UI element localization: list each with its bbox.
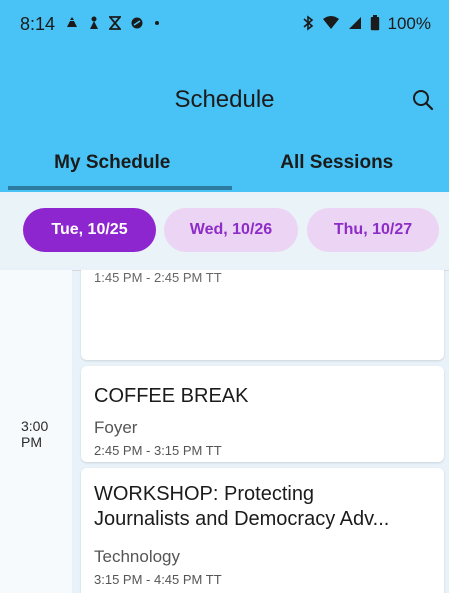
tab-bar: My Schedule All Sessions — [0, 140, 449, 192]
session-card-coffee-break[interactable]: COFFEE BREAK Foyer 2:45 PM - 3:15 PM TT — [81, 366, 444, 462]
search-button[interactable] — [407, 84, 439, 116]
session-card-workshop[interactable]: WORKSHOP: Protecting Journalists and Dem… — [81, 468, 444, 593]
session-title-line2: Journalists and Democracy Adv... — [94, 508, 390, 530]
session-title: COFFEE BREAK — [94, 385, 249, 407]
session-room: Technology — [94, 547, 181, 566]
session-list[interactable]: 3:00 PM 1:45 PM - 2:45 PM TT COFFEE BREA… — [0, 270, 449, 593]
battery-percentage: 100% — [387, 14, 431, 33]
day-chip-wed[interactable]: Wed, 10/26 — [164, 208, 298, 252]
notification-icon — [65, 16, 79, 32]
status-left: 8:14 — [20, 14, 161, 35]
app-bar: Schedule — [0, 72, 449, 128]
day-selector: Tue, 10/25 Wed, 10/26 Thu, 10/27 — [0, 196, 449, 266]
dot-icon — [153, 16, 161, 32]
time-label-hour: 3:00 — [21, 418, 49, 434]
tab-indicator — [8, 186, 232, 190]
status-notification-icons — [65, 16, 161, 32]
day-chip-thu[interactable]: Thu, 10/27 — [307, 208, 439, 252]
session-room: Foyer — [94, 418, 138, 437]
tab-my-schedule[interactable]: My Schedule — [0, 140, 225, 192]
hourglass-icon — [108, 16, 122, 32]
status-right: 100% — [302, 14, 431, 34]
session-time: 2:45 PM - 3:15 PM TT — [94, 443, 222, 458]
notification-icon — [88, 16, 100, 32]
session-card[interactable]: 1:45 PM - 2:45 PM TT — [81, 270, 444, 360]
time-column: 3:00 PM — [0, 270, 72, 593]
session-title-line1: WORKSHOP: Protecting — [94, 483, 315, 505]
battery-icon — [370, 15, 380, 33]
page-title: Schedule — [174, 86, 275, 113]
signal-icon — [348, 16, 362, 32]
search-icon — [413, 90, 434, 111]
session-time: 3:15 PM - 4:45 PM TT — [94, 572, 222, 587]
time-label-period: PM — [21, 434, 42, 450]
bluetooth-icon — [302, 15, 314, 33]
status-time: 8:14 — [20, 13, 56, 34]
tab-all-sessions[interactable]: All Sessions — [225, 140, 449, 192]
wifi-icon — [322, 16, 340, 32]
status-bar: 8:14 100% — [0, 0, 449, 48]
sync-icon — [130, 16, 144, 32]
time-label: 3:00 PM — [21, 418, 48, 450]
day-chip-tue[interactable]: Tue, 10/25 — [23, 208, 156, 252]
schedule-screen: 8:14 100% Schedule My Schedule All Sessi… — [0, 0, 449, 593]
session-time: 1:45 PM - 2:45 PM TT — [94, 270, 222, 285]
